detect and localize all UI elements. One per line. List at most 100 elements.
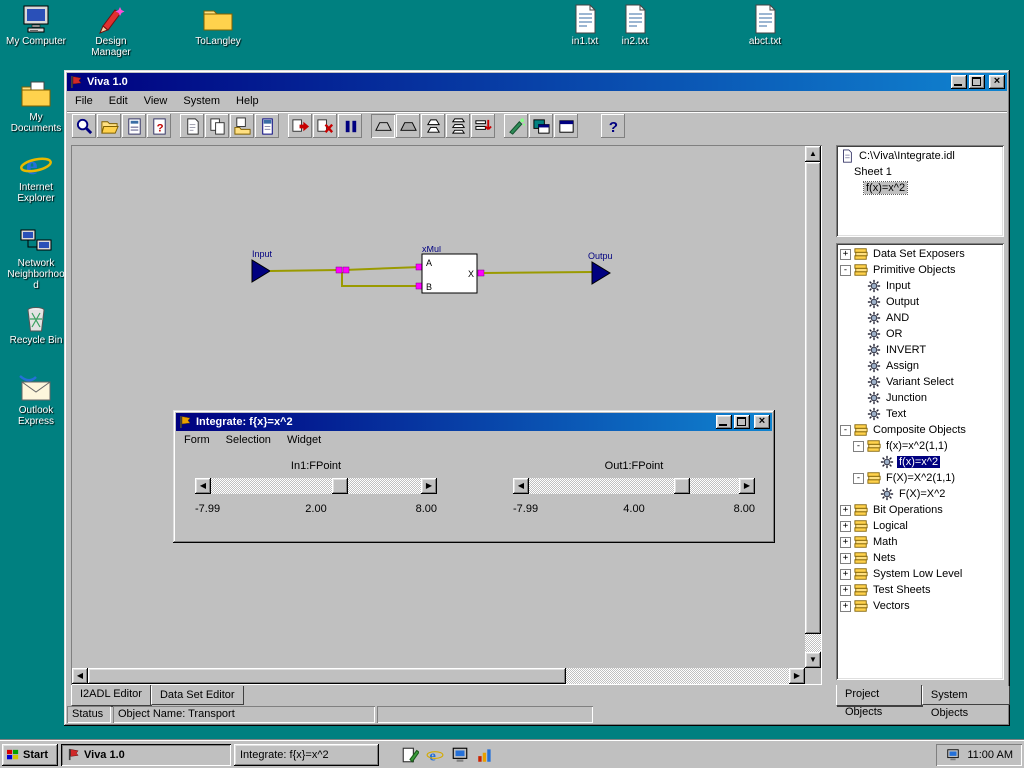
close-button[interactable]: × <box>989 75 1005 89</box>
out1-slider[interactable]: ◀ ▶ <box>513 478 755 494</box>
doc-help-button[interactable]: ? <box>147 114 171 138</box>
tree-item-input[interactable]: Input <box>838 278 1002 294</box>
viva-titlebar[interactable]: Viva 1.0 × <box>67 73 1007 91</box>
scroll-right-button[interactable]: ▶ <box>789 668 805 684</box>
taskbar-notes-icon[interactable] <box>401 746 419 764</box>
slider-left-arrow[interactable]: ◀ <box>195 478 211 494</box>
tree-item-math[interactable]: +Math <box>838 534 1002 550</box>
integrate-menu-selection[interactable]: Selection <box>218 432 279 448</box>
desktop-icon-my-computer[interactable]: My Computer <box>6 4 66 47</box>
tab-system-objects[interactable]: System Objects <box>922 686 1010 705</box>
vertical-scrollbar[interactable]: ▲ ▼ <box>805 146 821 668</box>
widget-export-button[interactable] <box>471 114 495 138</box>
desktop-icon-network-neighborhood[interactable]: Network Neighborhood <box>6 226 66 291</box>
schematic-canvas[interactable]: Input xMul A B X Outpu <box>72 146 805 668</box>
tree-item-sheet-1[interactable]: Sheet 1 <box>838 164 1002 180</box>
integrate-menu-form[interactable]: Form <box>176 432 218 448</box>
tree-item-or[interactable]: OR <box>838 326 1002 342</box>
tree-item-f-x-x-2[interactable]: f(x)=x^2 <box>838 454 1002 470</box>
minimize-button[interactable] <box>951 75 967 89</box>
desktop-icon-abct-txt[interactable]: abct.txt <box>738 4 792 47</box>
desktop-icon-my-documents[interactable]: My Documents <box>6 80 66 134</box>
slider-right-arrow[interactable]: ▶ <box>421 478 437 494</box>
tree-item-f-x-x-2[interactable]: f(x)=x^2 <box>838 180 1002 196</box>
taskbar-button-viva[interactable]: Viva 1.0 <box>61 744 231 766</box>
widget-double-button[interactable] <box>421 114 445 138</box>
slider-right-arrow[interactable]: ▶ <box>739 478 755 494</box>
port-x-node[interactable] <box>478 270 484 276</box>
tab-i2adl-editor[interactable]: I2ADL Editor <box>71 685 151 706</box>
start-button[interactable]: Start <box>2 744 58 766</box>
collapse-box-icon[interactable]: - <box>853 441 864 452</box>
desktop-icon-design-manager[interactable]: Design Manager <box>80 4 142 58</box>
desktop-icon-internet-explorer[interactable]: e Internet Explorer <box>6 150 66 204</box>
horizontal-scroll-thumb[interactable] <box>88 668 566 684</box>
taskbar-ie-icon[interactable]: e <box>426 746 444 764</box>
widget-stack-button[interactable] <box>446 114 470 138</box>
tree-item-invert[interactable]: INVERT <box>838 342 1002 358</box>
expand-box-icon[interactable]: + <box>840 553 851 564</box>
tree-item-composite-objects[interactable]: -Composite Objects <box>838 422 1002 438</box>
menu-file[interactable]: File <box>67 93 101 109</box>
stop-button[interactable] <box>313 114 337 138</box>
tree-item-nets[interactable]: +Nets <box>838 550 1002 566</box>
copy-sheet-button[interactable] <box>205 114 229 138</box>
tree-item-and[interactable]: AND <box>838 310 1002 326</box>
taskbar-clock[interactable]: 11:00 AM <box>967 749 1013 761</box>
tray-display-icon[interactable] <box>945 748 961 762</box>
expand-box-icon[interactable]: + <box>840 585 851 596</box>
tree-item-system-low-level[interactable]: +System Low Level <box>838 566 1002 582</box>
tree-item-assign[interactable]: Assign <box>838 358 1002 374</box>
wire[interactable] <box>484 272 592 273</box>
in1-slider[interactable]: ◀ ▶ <box>195 478 437 494</box>
integrate-menu-widget[interactable]: Widget <box>279 432 329 448</box>
slider-thumb[interactable] <box>674 478 690 494</box>
collapse-box-icon[interactable]: - <box>853 473 864 484</box>
tree-item-primitive-objects[interactable]: -Primitive Objects <box>838 262 1002 278</box>
integrate-titlebar[interactable]: Integrate: f{x}=x^2 × <box>176 413 772 431</box>
sheet-properties-button[interactable] <box>255 114 279 138</box>
menu-view[interactable]: View <box>136 93 176 109</box>
scroll-up-button[interactable]: ▲ <box>805 146 821 162</box>
taskbar-button-integrate[interactable]: Integrate: f{x}=x^2 <box>234 744 379 766</box>
help-button[interactable]: ? <box>601 114 625 138</box>
clean-sheet-button[interactable] <box>504 114 528 138</box>
pause-button[interactable] <box>338 114 362 138</box>
menu-system[interactable]: System <box>175 93 228 109</box>
tree-item-test-sheets[interactable]: +Test Sheets <box>838 582 1002 598</box>
scroll-left-button[interactable]: ◀ <box>72 668 88 684</box>
expand-box-icon[interactable]: + <box>840 521 851 532</box>
close-button[interactable]: × <box>754 415 770 429</box>
horizontal-scrollbar[interactable]: ◀ ▶ <box>72 668 805 684</box>
tree-item-junction[interactable]: Junction <box>838 390 1002 406</box>
tree-item-bit-operations[interactable]: +Bit Operations <box>838 502 1002 518</box>
new-sheet-button[interactable] <box>180 114 204 138</box>
maximize-button[interactable] <box>734 415 750 429</box>
widget-outline-button[interactable] <box>371 114 395 138</box>
desktop-icon-in1-txt[interactable]: in1.txt <box>560 4 610 47</box>
desktop-icon-in2-txt[interactable]: in2.txt <box>610 4 660 47</box>
open-button[interactable] <box>97 114 121 138</box>
tree-item-f-x-x-2-1-1[interactable]: -f(x)=x^2(1,1) <box>838 438 1002 454</box>
collapse-box-icon[interactable]: - <box>840 265 851 276</box>
slider-left-arrow[interactable]: ◀ <box>513 478 529 494</box>
expand-box-icon[interactable]: + <box>840 249 851 260</box>
port-a-node[interactable] <box>416 264 422 270</box>
collapse-box-icon[interactable]: - <box>840 425 851 436</box>
maximize-button[interactable] <box>969 75 985 89</box>
save-sheet-button[interactable] <box>230 114 254 138</box>
widget-filled-button[interactable] <box>396 114 420 138</box>
taskbar-monitor-icon[interactable] <box>451 746 469 764</box>
scroll-down-button[interactable]: ▼ <box>805 652 821 668</box>
menu-edit[interactable]: Edit <box>101 93 136 109</box>
tree-item-output[interactable]: Output <box>838 294 1002 310</box>
tree-item-f-x-x-2-1-1[interactable]: -F(X)=X^2(1,1) <box>838 470 1002 486</box>
new-window-button[interactable] <box>554 114 578 138</box>
output-transport-symbol[interactable] <box>592 262 610 284</box>
tree-item-f-x-x-2[interactable]: F(X)=X^2 <box>838 486 1002 502</box>
tree-item-text[interactable]: Text <box>838 406 1002 422</box>
compile-button[interactable] <box>288 114 312 138</box>
wire[interactable] <box>342 272 416 286</box>
port-b-node[interactable] <box>416 283 422 289</box>
minimize-button[interactable] <box>716 415 732 429</box>
